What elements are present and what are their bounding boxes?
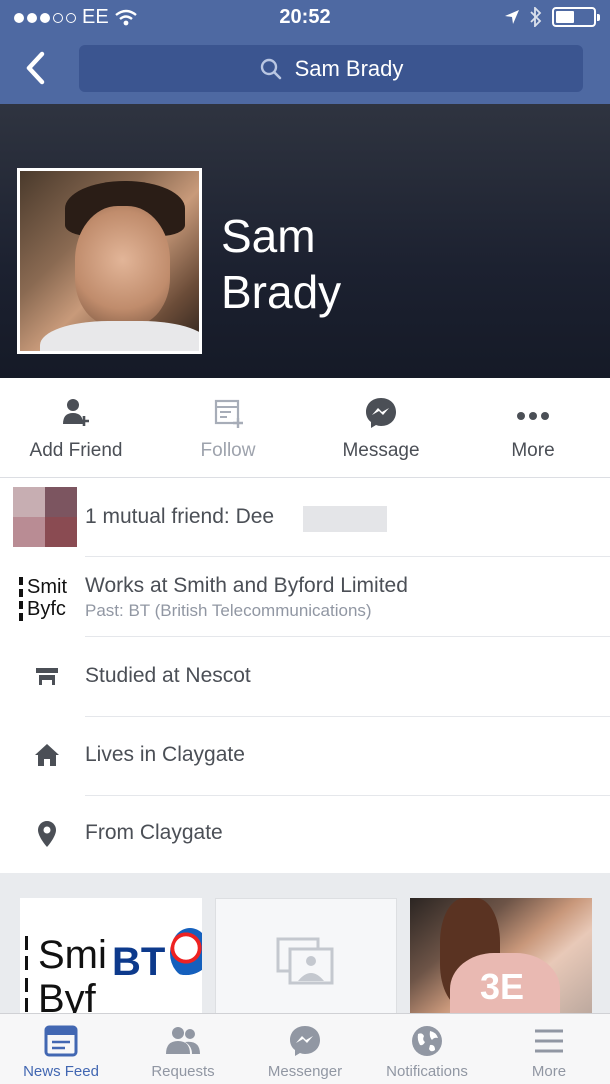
follow-label: Follow bbox=[200, 440, 256, 461]
lives-text: Lives in Claygate bbox=[85, 743, 245, 766]
work-past-text: Past: BT (British Telecommunications) bbox=[85, 601, 372, 620]
photo-tile[interactable]: 3E bbox=[410, 898, 592, 1013]
hometown-row[interactable]: From Claygate bbox=[0, 819, 610, 851]
profile-actions: Add Friend Follow Message More bbox=[0, 378, 610, 478]
photos-strip: Smi Byf BT 3E bbox=[0, 873, 610, 1013]
divider bbox=[85, 556, 610, 557]
tab-label: Messenger bbox=[267, 1063, 343, 1080]
more-label: More bbox=[511, 440, 555, 461]
tab-requests[interactable]: Requests bbox=[122, 1014, 244, 1084]
profile-last-name: Brady bbox=[221, 266, 342, 318]
status-right bbox=[504, 7, 600, 27]
home-icon bbox=[35, 744, 59, 766]
add-friend-button[interactable]: Add Friend bbox=[0, 378, 152, 478]
photo-tile[interactable] bbox=[215, 898, 397, 1013]
tab-label: More bbox=[531, 1063, 567, 1080]
tab-bar: News Feed Requests Messenger Notificatio… bbox=[0, 1013, 610, 1084]
location-arrow-icon bbox=[505, 10, 519, 24]
divider bbox=[85, 716, 610, 717]
battery-icon bbox=[552, 7, 600, 27]
bt-logo-text: BT bbox=[112, 940, 166, 984]
redacted-name bbox=[303, 506, 387, 532]
photo-shirt-text: 3E bbox=[480, 966, 525, 1007]
profile-photo-image bbox=[20, 171, 199, 351]
divider bbox=[85, 636, 610, 637]
work-text: Works at Smith and Byford Limited bbox=[85, 574, 408, 597]
bluetooth-icon bbox=[530, 7, 542, 27]
top-bar: EE 20:52 Sam Brady bbox=[0, 0, 610, 104]
message-button[interactable]: Message bbox=[305, 378, 457, 478]
education-icon bbox=[36, 668, 58, 685]
photo-logo-text: Smi Byf bbox=[38, 933, 107, 1013]
messenger-icon bbox=[366, 398, 396, 428]
menu-icon bbox=[535, 1029, 563, 1053]
add-friend-icon bbox=[63, 399, 89, 426]
more-dots-icon bbox=[517, 412, 549, 420]
more-button[interactable]: More bbox=[457, 378, 609, 478]
education-row[interactable]: Studied at Nescot bbox=[0, 662, 610, 694]
search-icon bbox=[260, 58, 281, 79]
globe-icon bbox=[412, 1026, 442, 1056]
photo-tile[interactable]: Smi Byf BT bbox=[20, 898, 202, 1013]
hometown-text: From Claygate bbox=[85, 821, 223, 844]
messenger-icon bbox=[290, 1026, 320, 1056]
tab-label: Notifications bbox=[386, 1063, 468, 1080]
tab-notifications[interactable]: Notifications bbox=[366, 1014, 488, 1084]
tab-label: Requests bbox=[151, 1063, 215, 1080]
back-chevron-icon[interactable] bbox=[22, 50, 52, 86]
education-text: Studied at Nescot bbox=[85, 664, 251, 687]
location-pin-icon bbox=[38, 821, 56, 847]
profile-first-name: Sam bbox=[221, 210, 316, 262]
message-label: Message bbox=[342, 440, 420, 461]
news-feed-icon bbox=[44, 1025, 78, 1057]
divider bbox=[85, 795, 610, 796]
follow-button[interactable]: Follow bbox=[152, 378, 304, 478]
tab-more[interactable]: More bbox=[488, 1014, 610, 1084]
status-bar: EE 20:52 bbox=[0, 0, 610, 36]
lives-row[interactable]: Lives in Claygate bbox=[0, 741, 610, 773]
add-friend-label: Add Friend bbox=[29, 440, 123, 461]
search-value: Sam Brady bbox=[294, 55, 404, 81]
tab-messenger[interactable]: Messenger bbox=[244, 1014, 366, 1084]
bt-globe-logo bbox=[170, 928, 202, 978]
profile-name: Sam Brady bbox=[221, 208, 341, 320]
requests-icon bbox=[166, 1027, 200, 1054]
follow-icon bbox=[214, 399, 243, 428]
search-field[interactable]: Sam Brady bbox=[79, 45, 583, 92]
photo-album-icon bbox=[276, 937, 334, 985]
profile-picture[interactable] bbox=[17, 168, 202, 354]
tab-news-feed[interactable]: News Feed bbox=[0, 1014, 122, 1084]
tab-label: News Feed bbox=[23, 1063, 99, 1080]
cover-area: Sam Brady bbox=[0, 104, 610, 378]
work-row[interactable]: Works at Smith and Byford Limited Past: … bbox=[0, 574, 610, 634]
mutual-friends-text: 1 mutual friend: Dee bbox=[85, 505, 275, 528]
